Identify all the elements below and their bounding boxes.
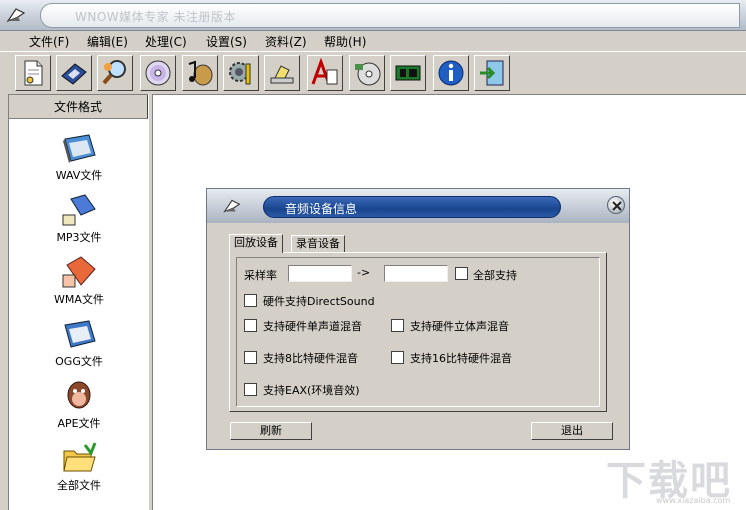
eax-checkbox[interactable] — [244, 383, 257, 396]
hw-16bit-mix-checkbox[interactable] — [391, 351, 404, 364]
dialog-title: 音频设备信息 — [285, 202, 358, 216]
exit-icon — [480, 60, 504, 86]
cd-icon — [145, 60, 171, 86]
tab-playback[interactable]: 回放设备 — [229, 234, 283, 253]
file-format-panel: 文件格式 WAV文件 MP3文件 WMA文件 OGG文件 APE文件 全部文件 — [8, 94, 148, 510]
range-arrow: -> — [357, 266, 371, 279]
font-icon — [311, 58, 338, 85]
sample-rate-from-field[interactable] — [288, 265, 352, 282]
device-info-group: 采样率 -> 全部支持 硬件支持DirectSound 支持硬件单声道混音 支持… — [236, 257, 600, 407]
dialog-title-bar[interactable]: 音频设备信息 — [207, 189, 629, 223]
menu-process[interactable]: 处理(C) — [145, 33, 187, 50]
app-logo-icon — [6, 8, 26, 23]
format-label-ape: APE文件 — [57, 417, 101, 430]
format-item-all[interactable]: 全部文件 — [9, 441, 149, 503]
hw-mono-mix-label: 支持硬件单声道混音 — [263, 320, 362, 333]
hw-16bit-mix-label: 支持16比特硬件混音 — [410, 352, 512, 365]
close-icon — [612, 201, 622, 211]
format-item-ape[interactable]: APE文件 — [9, 379, 149, 441]
toolbar-button-cd-player[interactable] — [349, 55, 385, 91]
tab-record[interactable]: 录音设备 — [291, 235, 345, 252]
hw-8bit-mix-label: 支持8比特硬件混音 — [263, 352, 358, 365]
tab-pane: 采样率 -> 全部支持 硬件支持DirectSound 支持硬件单声道混音 支持… — [229, 252, 607, 412]
mp3-file-icon — [62, 194, 96, 226]
dialog-logo-icon — [223, 199, 241, 213]
format-label-wma: WMA文件 — [54, 293, 104, 306]
format-label-wav: WAV文件 — [55, 169, 103, 182]
watermark-url: www.xiazaiba.com — [656, 496, 731, 505]
toolbar-button-save[interactable] — [56, 55, 92, 91]
toolbar-button-chip[interactable] — [390, 55, 426, 91]
toolbar-button-font[interactable] — [307, 55, 343, 91]
toolbar-button-document[interactable] — [15, 55, 51, 91]
menu-edit[interactable]: 编辑(E) — [87, 33, 128, 50]
hw-8bit-mix-checkbox[interactable] — [244, 351, 257, 364]
watermark: 下载吧 www.xiazaiba.com — [606, 448, 742, 508]
format-item-wma[interactable]: WMA文件 — [9, 255, 149, 317]
sample-rate-label: 采样率 — [244, 269, 277, 282]
toolbar-button-settings[interactable] — [223, 55, 259, 91]
title-bar: WNOW媒体专家 未注册版本 — [0, 0, 746, 31]
dialog-close-button[interactable] — [607, 196, 625, 214]
chip-icon — [395, 65, 421, 81]
info-icon — [438, 60, 464, 86]
format-item-mp3[interactable]: MP3文件 — [9, 193, 149, 255]
menu-file[interactable]: 文件(F) — [29, 33, 69, 50]
panel-header: 文件格式 — [9, 95, 148, 119]
hw-directsound-label: 硬件支持DirectSound — [263, 295, 375, 308]
all-support-checkbox[interactable] — [455, 267, 468, 280]
menu-data[interactable]: 资料(Z) — [265, 33, 307, 50]
toolbar-button-exit[interactable] — [474, 55, 510, 91]
menu-help[interactable]: 帮助(H) — [324, 33, 366, 50]
toolbar-button-scanner[interactable] — [264, 55, 300, 91]
hw-stereo-mix-label: 支持硬件立体声混音 — [410, 320, 509, 333]
format-item-wav[interactable]: WAV文件 — [9, 131, 149, 193]
hw-directsound-checkbox[interactable] — [244, 294, 257, 307]
toolbar-button-music[interactable] — [182, 55, 218, 91]
document-icon — [24, 60, 43, 86]
hw-stereo-mix-checkbox[interactable] — [391, 319, 404, 332]
ogg-file-icon — [64, 320, 96, 348]
refresh-button[interactable]: 刷新 — [230, 422, 312, 440]
format-item-ogg[interactable]: OGG文件 — [9, 317, 149, 379]
audio-device-dialog: 音频设备信息 回放设备 录音设备 采样率 -> 全部支持 硬件支持DirectS… — [206, 188, 630, 450]
menu-settings[interactable]: 设置(S) — [206, 33, 247, 50]
toolbar — [0, 51, 746, 93]
toolbar-button-search[interactable] — [97, 55, 133, 91]
scanner-icon — [270, 65, 294, 84]
format-label-ogg: OGG文件 — [55, 355, 103, 368]
sample-rate-to-field[interactable] — [384, 265, 448, 282]
magnifier-icon — [102, 60, 126, 85]
menu-bar: 文件(F) 编辑(E) 处理(C) 设置(S) 资料(Z) 帮助(H) — [0, 31, 746, 51]
format-label-mp3: MP3文件 — [56, 231, 102, 244]
exit-button[interactable]: 退出 — [531, 422, 613, 440]
cd-player-icon — [355, 62, 381, 86]
all-support-label: 全部支持 — [473, 269, 517, 282]
settings-icon — [229, 62, 251, 85]
toolbar-button-info[interactable] — [433, 55, 469, 91]
toolbar-button-cd[interactable] — [140, 55, 176, 91]
format-label-all: 全部文件 — [57, 479, 101, 492]
window-title: WNOW媒体专家 未注册版本 — [75, 10, 236, 24]
hw-mono-mix-checkbox[interactable] — [244, 319, 257, 332]
eax-label: 支持EAX(环境音效) — [263, 384, 360, 397]
disk-icon — [61, 63, 87, 85]
wav-file-icon — [63, 134, 96, 163]
title-track: WNOW媒体专家 未注册版本 — [40, 3, 740, 28]
wma-file-icon — [62, 256, 96, 288]
folder-icon — [63, 442, 97, 472]
music-icon — [188, 60, 213, 86]
ape-file-icon — [67, 381, 91, 409]
